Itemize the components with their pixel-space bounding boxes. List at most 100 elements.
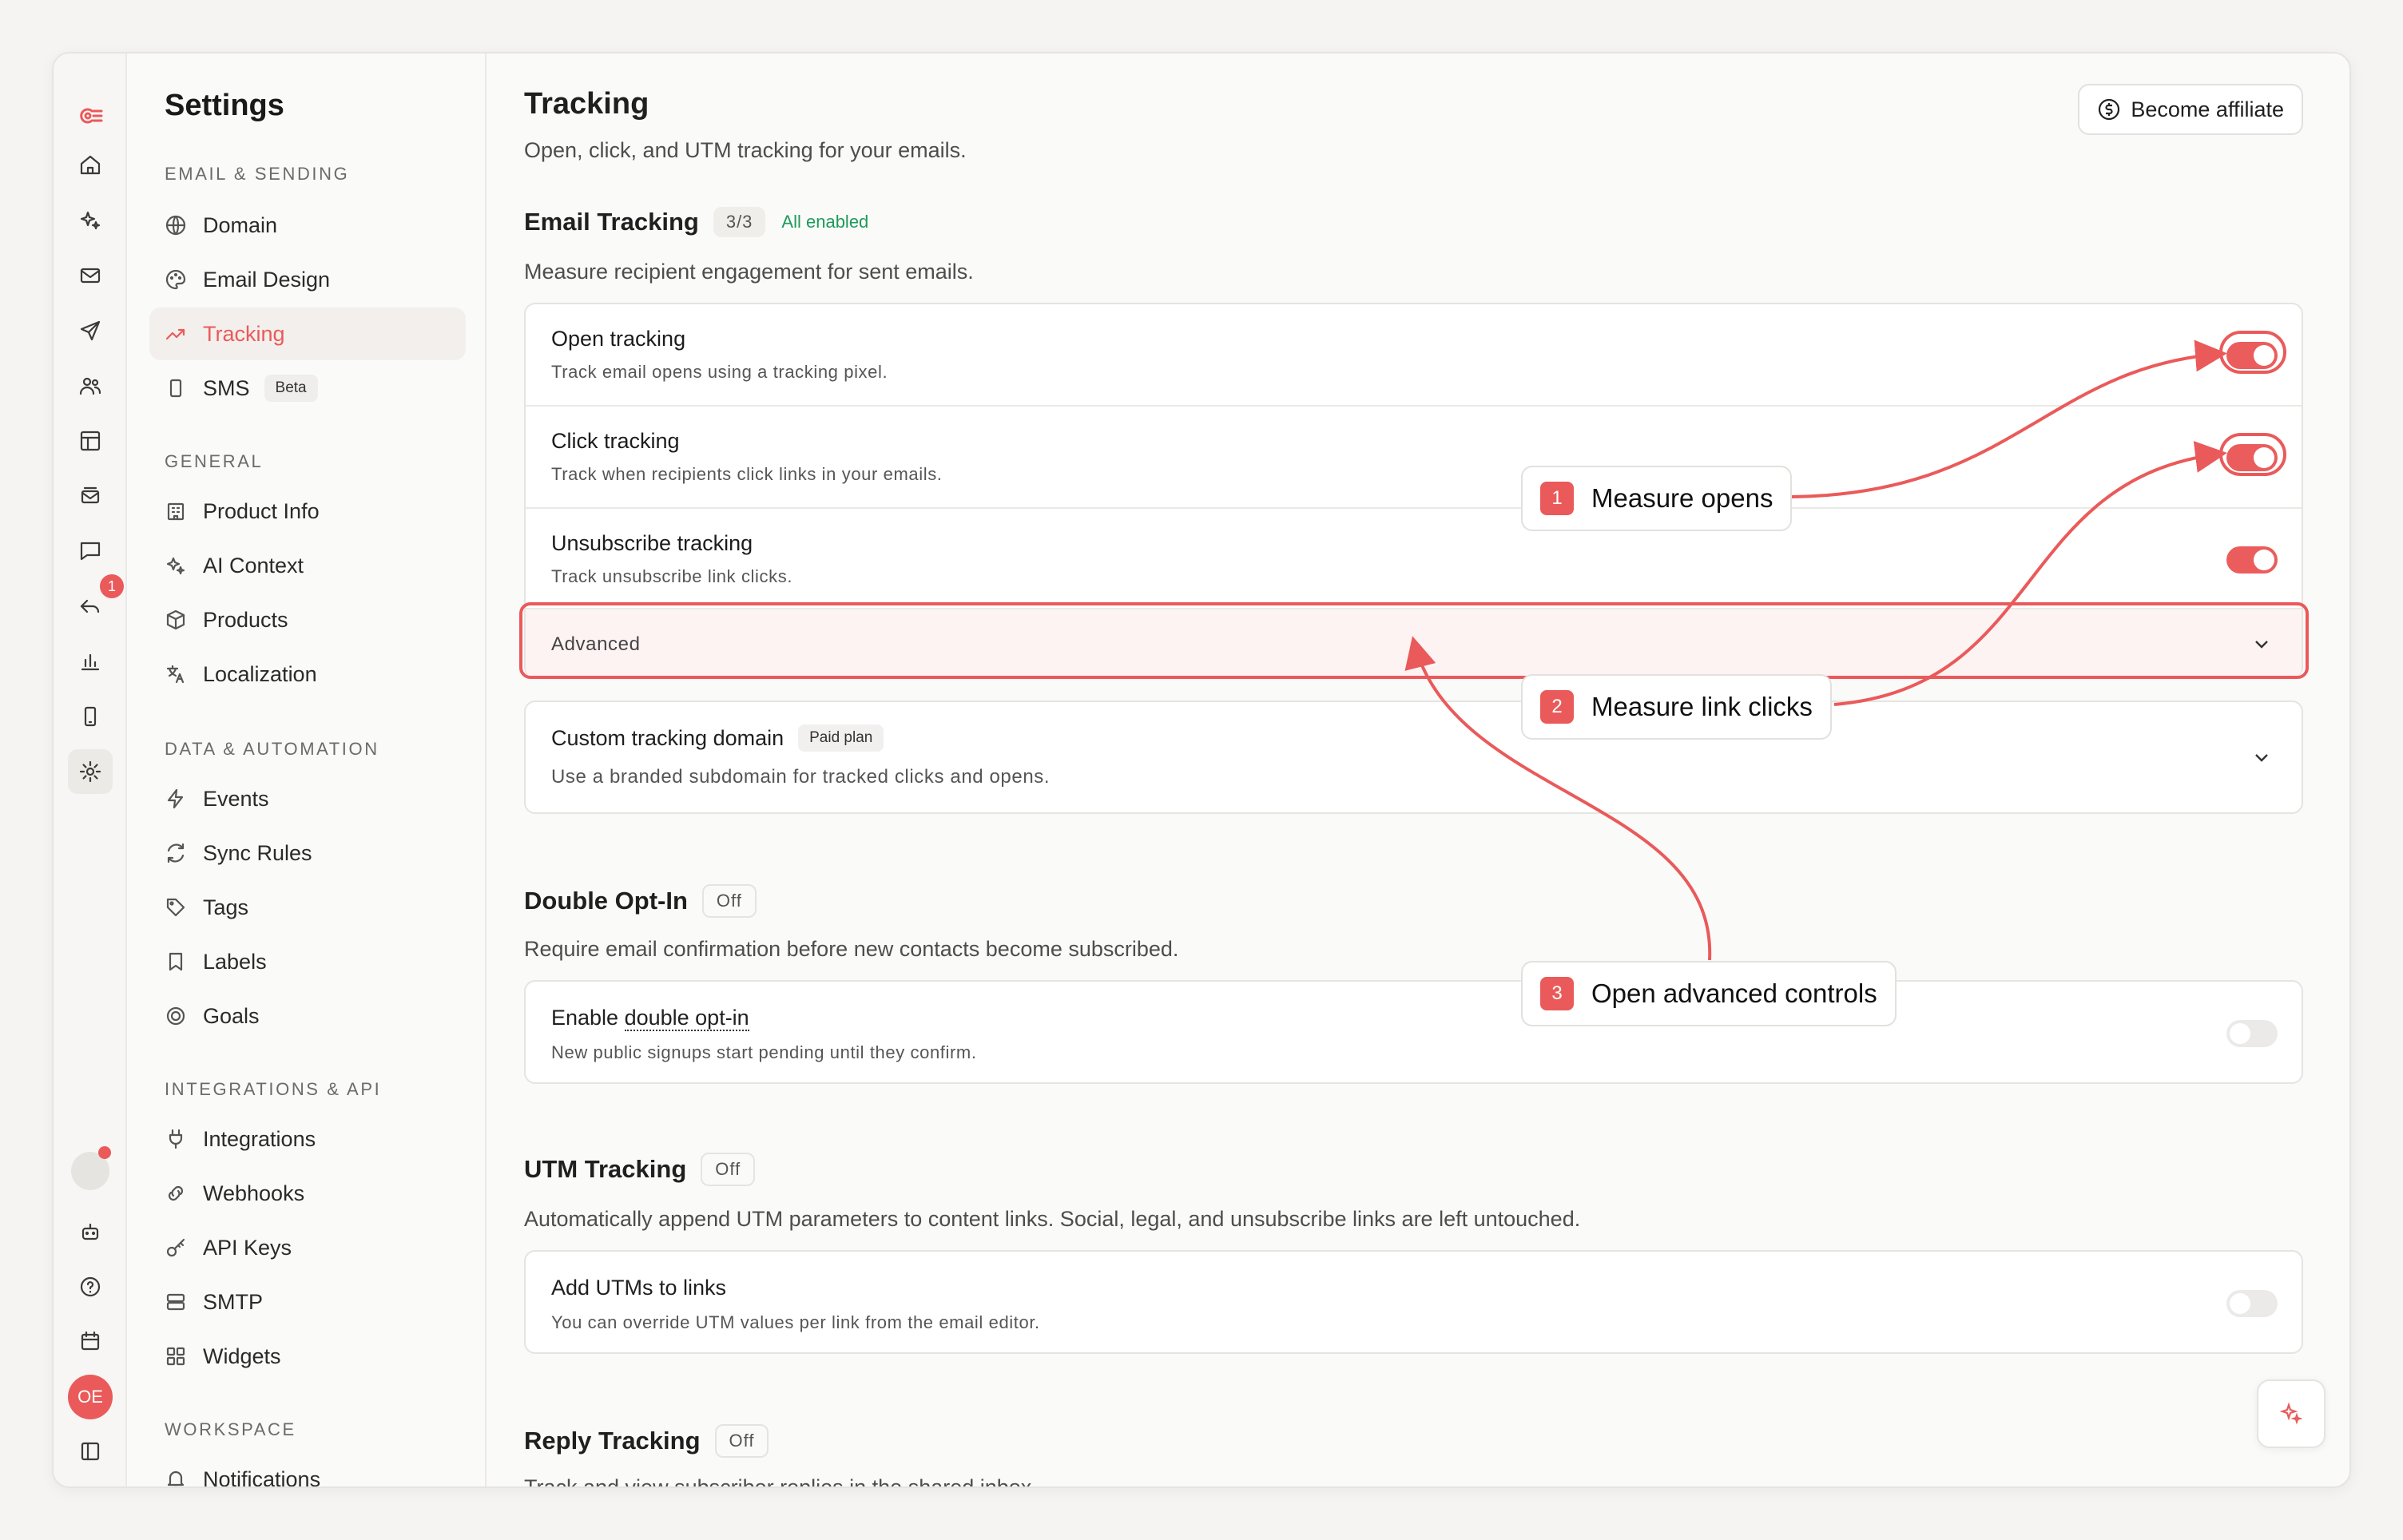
open-tracking-toggle[interactable] [2226, 342, 2278, 369]
callout-label: Open advanced controls [1591, 978, 1877, 1008]
unsubscribe-tracking-toggle[interactable] [2226, 546, 2278, 574]
globe-icon [165, 215, 186, 236]
mobile-icon[interactable] [68, 694, 113, 739]
row-description: New public signups start pending until t… [551, 1042, 977, 1062]
sidebar-item-widgets[interactable]: Widgets [149, 1330, 466, 1383]
row-description: Track email opens using a tracking pixel… [551, 362, 888, 382]
sidebar-item-ai-context[interactable]: AI Context [149, 539, 466, 592]
callout-number: 1 [1540, 482, 1574, 515]
click-tracking-toggle[interactable] [2226, 444, 2278, 471]
row-title: Enable double opt-in [551, 1006, 749, 1031]
sidebar-item-integrations[interactable]: Integrations [149, 1113, 466, 1165]
chat-icon[interactable] [68, 529, 113, 574]
utm-toggle[interactable] [2226, 1290, 2278, 1317]
sidebar-item-tags[interactable]: Tags [149, 881, 466, 934]
sidebar-item-sync-rules[interactable]: Sync Rules [149, 827, 466, 879]
affiliate-label: Become affiliate [2131, 97, 2284, 121]
section-workspace: WORKSPACE [165, 1419, 296, 1439]
sidebar-item-webhooks[interactable]: Webhooks [149, 1167, 466, 1220]
sidebar-item-label: SMS [203, 375, 250, 400]
building-icon [167, 502, 185, 521]
logo-icon[interactable] [68, 93, 113, 138]
sidebar-item-label: Products [203, 607, 288, 632]
phone-icon [169, 379, 182, 398]
double-optin-heading: Double Opt-In Off [524, 884, 757, 918]
sidebar-toggle-icon[interactable] [68, 1429, 113, 1474]
sidebar-item-product-info[interactable]: Product Info [149, 485, 466, 538]
mail-icon[interactable] [68, 253, 113, 298]
key-icon [166, 1238, 185, 1257]
sidebar-item-label: Product Info [203, 498, 320, 523]
become-affiliate-button[interactable]: Become affiliate [2078, 84, 2303, 135]
tag-icon [166, 898, 185, 917]
callout-label: Measure opens [1591, 483, 1773, 513]
double-optin-card: Enable double opt-in New public signups … [524, 980, 2303, 1084]
chevron-down-icon [2255, 754, 2268, 762]
bot-icon[interactable] [68, 1210, 113, 1255]
ai-assistant-button[interactable] [2257, 1379, 2326, 1448]
users-icon[interactable] [68, 363, 113, 408]
status-dot [98, 1146, 111, 1159]
user-avatar[interactable]: OE [68, 1375, 113, 1419]
inbox-badge: 1 [100, 574, 124, 598]
section-title: Reply Tracking [524, 1427, 701, 1455]
double-optin-toggle[interactable] [2226, 1020, 2278, 1047]
section-title: Email Tracking [524, 208, 699, 236]
settings-gear-icon[interactable] [68, 749, 113, 794]
double-optin-link[interactable]: double opt-in [624, 1006, 749, 1031]
custom-domain-card[interactable]: Custom tracking domain Paid plan Use a b… [524, 701, 2303, 814]
sidebar-title: Settings [165, 89, 284, 122]
advanced-row[interactable]: Advanced [526, 609, 2302, 678]
layout-icon[interactable] [68, 419, 113, 463]
sidebar-item-events[interactable]: Events [149, 772, 466, 825]
email-tracking-heading: Email Tracking 3/3 All enabled [524, 207, 868, 237]
sidebar-item-notifications[interactable]: Notifications [149, 1453, 466, 1486]
sidebar-item-label: Webhooks [203, 1181, 305, 1205]
reply-heading: Reply Tracking Off [524, 1424, 769, 1458]
advanced-label: Advanced [551, 633, 641, 655]
mail-stack-icon[interactable] [68, 474, 113, 518]
settings-sidebar: Settings EMAIL & SENDING Domain Email De… [127, 54, 487, 1486]
sidebar-item-tracking[interactable]: Tracking [149, 308, 466, 360]
page-title: Tracking [524, 87, 649, 121]
help-icon[interactable] [68, 1264, 113, 1309]
sidebar-item-sms[interactable]: SMS Beta [149, 362, 466, 415]
sparkles-icon[interactable] [68, 198, 113, 243]
email-tracking-card: Open tracking Track email opens using a … [524, 303, 2303, 678]
utm-heading: UTM Tracking Off [524, 1153, 756, 1186]
sidebar-item-localization[interactable]: Localization [149, 648, 466, 701]
sidebar-item-api-keys[interactable]: API Keys [149, 1221, 466, 1274]
sidebar-item-domain[interactable]: Domain [149, 199, 466, 252]
refresh-icon [167, 843, 185, 863]
section-email-sending: EMAIL & SENDING [165, 164, 350, 184]
row-title: Unsubscribe tracking [551, 531, 753, 555]
sidebar-item-label: Email Design [203, 267, 331, 292]
sidebar-item-label: Tracking [203, 321, 285, 346]
bolt-icon [167, 788, 184, 809]
all-enabled-status: All enabled [781, 212, 869, 232]
status-badge: Off [701, 884, 757, 918]
sidebar-item-email-design[interactable]: Email Design [149, 253, 466, 306]
plug-icon [169, 1129, 183, 1149]
row-description: Track unsubscribe link clicks. [551, 566, 793, 586]
custom-domain-title-row: Custom tracking domain Paid plan [551, 724, 884, 752]
sidebar-item-products[interactable]: Products [149, 593, 466, 646]
send-icon[interactable] [68, 308, 113, 353]
sidebar-item-labels[interactable]: Labels [149, 935, 466, 988]
server-icon [166, 1293, 185, 1311]
email-tracking-description: Measure recipient engagement for sent em… [524, 260, 974, 284]
sidebar-item-smtp[interactable]: SMTP [149, 1276, 466, 1328]
chevron-down-icon [2255, 641, 2268, 649]
utm-description: Automatically append UTM parameters to c… [524, 1207, 1581, 1231]
home-icon[interactable] [68, 143, 113, 188]
callout-measure-opens: 1 Measure opens [1521, 466, 1793, 531]
bar-chart-icon[interactable] [68, 639, 113, 684]
row-title: Click tracking [551, 429, 680, 453]
row-title-prefix: Enable [551, 1006, 625, 1030]
icon-rail: 1 OE [54, 54, 127, 1486]
sidebar-item-label: Labels [203, 949, 267, 974]
calendar-icon[interactable] [68, 1319, 113, 1363]
sidebar-item-goals[interactable]: Goals [149, 990, 466, 1042]
sidebar-item-label: API Keys [203, 1235, 292, 1260]
beta-badge: Beta [264, 375, 318, 402]
